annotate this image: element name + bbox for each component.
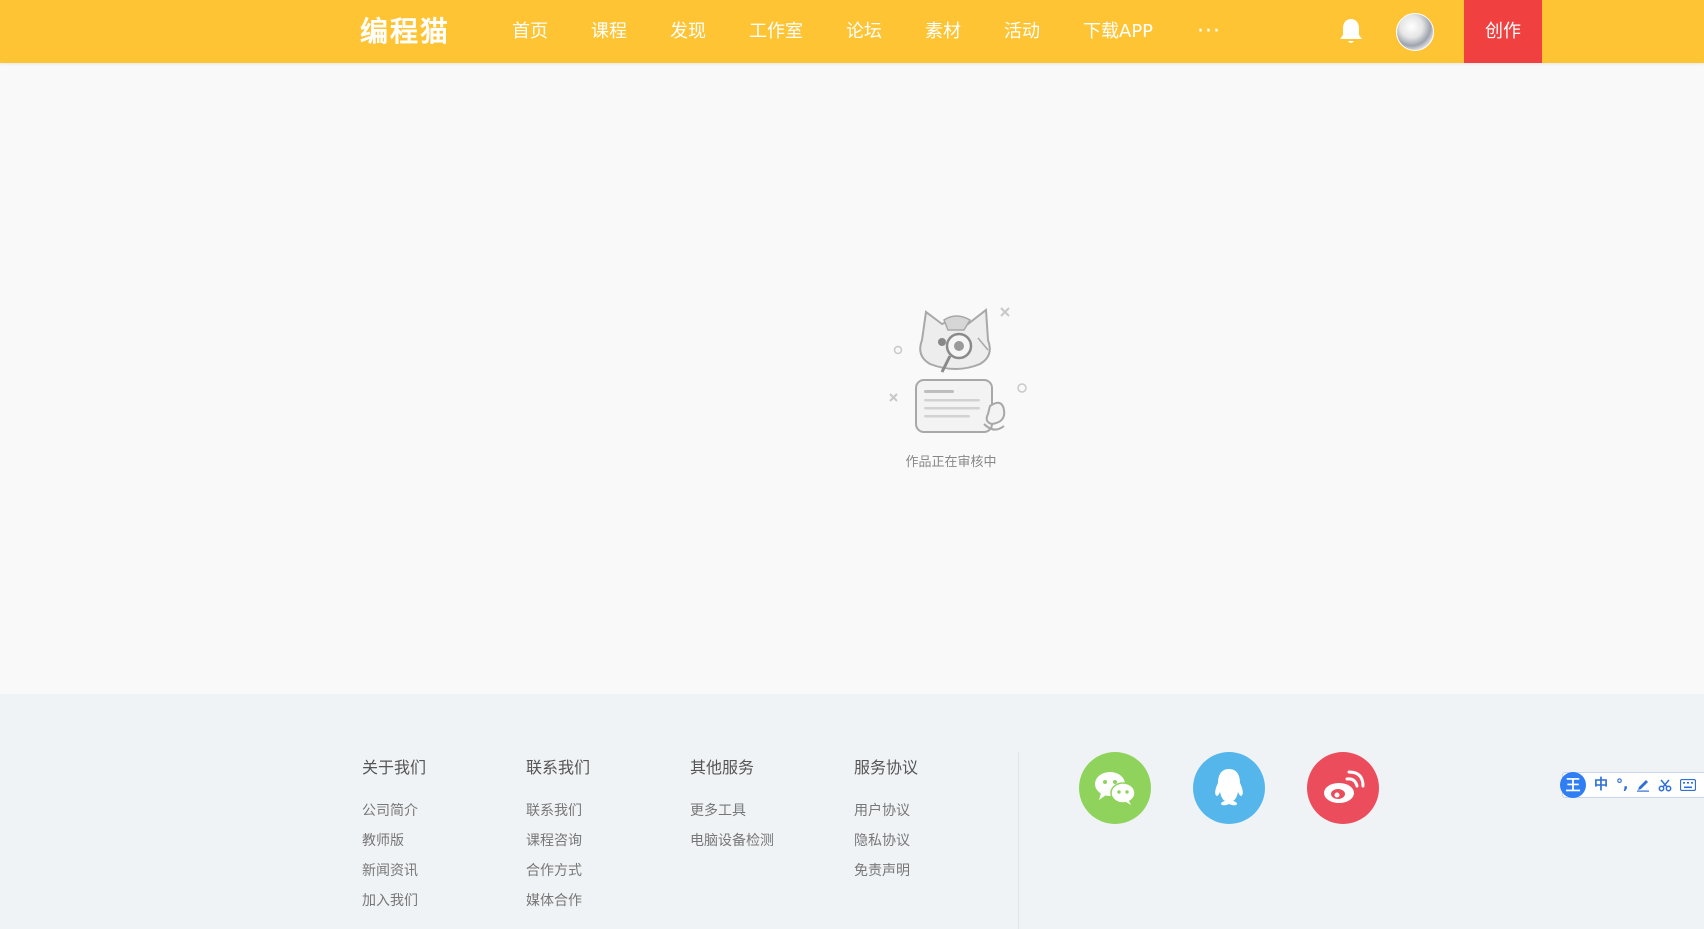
nav-home[interactable]: 首页	[512, 20, 548, 44]
ime-logo[interactable]: 王	[1560, 772, 1586, 798]
ime-punctuation-toggle[interactable]: °,	[1616, 772, 1628, 798]
top-nav-bar: 编程猫 首页 课程 发现 工作室 论坛 素材 活动 下载APP ··· 创作	[0, 0, 1704, 63]
scissors-icon[interactable]	[1658, 778, 1672, 792]
nav-materials[interactable]: 素材	[925, 20, 961, 44]
footer-link[interactable]: 免责声明	[854, 856, 918, 886]
create-button[interactable]: 创作	[1464, 0, 1542, 63]
footer-link[interactable]: 用户协议	[854, 796, 918, 826]
nav-courses[interactable]: 课程	[591, 20, 627, 44]
site-logo[interactable]: 编程猫	[360, 14, 450, 50]
ime-mode-toggle[interactable]: 中	[1594, 772, 1608, 798]
footer-link[interactable]: 加入我们	[362, 886, 426, 916]
footer-link[interactable]: 课程咨询	[526, 826, 590, 856]
nav-studio[interactable]: 工作室	[749, 20, 803, 44]
footer-col-title: 关于我们	[362, 758, 427, 777]
nav-discover[interactable]: 发现	[670, 20, 706, 44]
pen-icon[interactable]	[1636, 778, 1650, 792]
footer-col-title: 服务协议	[854, 758, 919, 777]
nav-activities[interactable]: 活动	[1004, 20, 1040, 44]
footer-col-services: 其他服务 更多工具 电脑设备检测	[690, 754, 774, 856]
review-status-message: 作品正在审核中	[905, 455, 997, 470]
footer-link[interactable]: 联系我们	[526, 796, 590, 826]
keyboard-icon[interactable]	[1680, 779, 1697, 791]
reviewing-cat-illustration	[889, 307, 1027, 433]
qq-button[interactable]	[1193, 752, 1265, 824]
wechat-icon	[1095, 772, 1136, 805]
user-avatar[interactable]	[1396, 13, 1434, 51]
weibo-button[interactable]	[1307, 752, 1379, 824]
footer-link[interactable]: 合作方式	[526, 856, 590, 886]
footer-col-about: 关于我们 公司简介 教师版 新闻资讯 加入我们	[362, 754, 426, 916]
footer-col-contact: 联系我们 联系我们 课程咨询 合作方式 媒体合作	[526, 754, 590, 916]
weibo-icon	[1324, 770, 1365, 803]
footer-col-title: 其他服务	[690, 758, 755, 777]
site-footer: 关于我们 公司简介 教师版 新闻资讯 加入我们 联系我们 联系我们 课程咨询 合…	[0, 694, 1704, 929]
ime-toolbar: 王 中 °,	[1560, 772, 1704, 798]
notification-bell-icon[interactable]	[1338, 17, 1364, 45]
footer-link[interactable]: 隐私协议	[854, 826, 918, 856]
footer-link[interactable]: 电脑设备检测	[690, 826, 774, 856]
nav-forum[interactable]: 论坛	[846, 20, 882, 44]
footer-link[interactable]: 媒体合作	[526, 886, 590, 916]
nav-download-app[interactable]: 下载APP	[1083, 20, 1153, 44]
more-menu-icon[interactable]: ···	[1197, 20, 1221, 44]
footer-link[interactable]: 公司简介	[362, 796, 426, 826]
qq-penguin-icon	[1215, 769, 1243, 806]
footer-link[interactable]: 教师版	[362, 826, 426, 856]
footer-col-agreements: 服务协议 用户协议 隐私协议 免责声明	[854, 754, 918, 886]
footer-link[interactable]: 新闻资讯	[362, 856, 426, 886]
wechat-button[interactable]	[1079, 752, 1151, 824]
footer-col-title: 联系我们	[526, 758, 591, 777]
footer-link[interactable]: 更多工具	[690, 796, 774, 826]
footer-divider	[1018, 752, 1019, 929]
